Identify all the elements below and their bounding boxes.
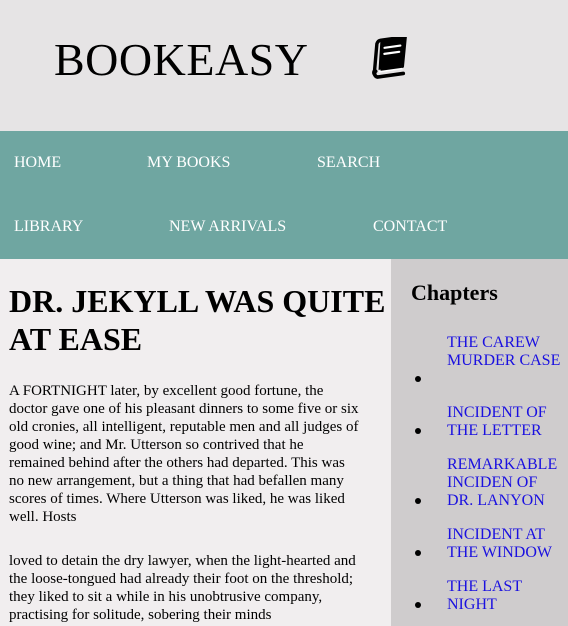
chapter-content: DR. JEKYLL WAS QUITE AT EASE A FORTNIGHT… bbox=[0, 259, 391, 626]
main-nav: HOME MY BOOKS SEARCH LIBRARY NEW ARRIVAL… bbox=[0, 131, 568, 259]
nav-my-books[interactable]: MY BOOKS bbox=[147, 153, 230, 173]
chapter-link[interactable]: INCIDENT AT THE WINDOW bbox=[447, 526, 565, 562]
chapters-sidebar: Chapters THE CAREW MURDER CASE INCIDENT … bbox=[391, 259, 568, 626]
list-bullet bbox=[415, 376, 421, 382]
list-bullet bbox=[415, 602, 421, 608]
nav-home[interactable]: HOME bbox=[14, 153, 61, 173]
chapter-link[interactable]: INCIDENT OF THE LETTER bbox=[447, 404, 565, 440]
site-header: BOOKEASY bbox=[0, 0, 568, 131]
chapter-paragraph: loved to detain the dry lawyer, when the… bbox=[9, 553, 356, 623]
chapter-paragraph: A FORTNIGHT later, by excellent good for… bbox=[9, 383, 359, 525]
book-icon bbox=[372, 37, 407, 79]
list-bullet bbox=[415, 428, 421, 434]
site-logo-text[interactable]: BOOKEASY bbox=[54, 34, 308, 86]
nav-contact[interactable]: CONTACT bbox=[373, 217, 447, 237]
nav-library[interactable]: LIBRARY bbox=[14, 217, 83, 237]
chapter-link[interactable]: THE LAST NIGHT bbox=[447, 578, 565, 614]
chapter-link[interactable]: REMARKABLE INCIDEN OF DR. LANYON bbox=[447, 456, 565, 510]
chapter-title: DR. JEKYLL WAS QUITE AT EASE bbox=[9, 283, 386, 357]
list-bullet bbox=[415, 550, 421, 556]
chapter-link[interactable]: THE CAREW MURDER CASE bbox=[447, 334, 565, 370]
nav-search[interactable]: SEARCH bbox=[317, 153, 380, 173]
list-bullet bbox=[415, 498, 421, 504]
nav-new-arrivals[interactable]: NEW ARRIVALS bbox=[169, 217, 286, 237]
chapters-heading: Chapters bbox=[411, 280, 498, 305]
